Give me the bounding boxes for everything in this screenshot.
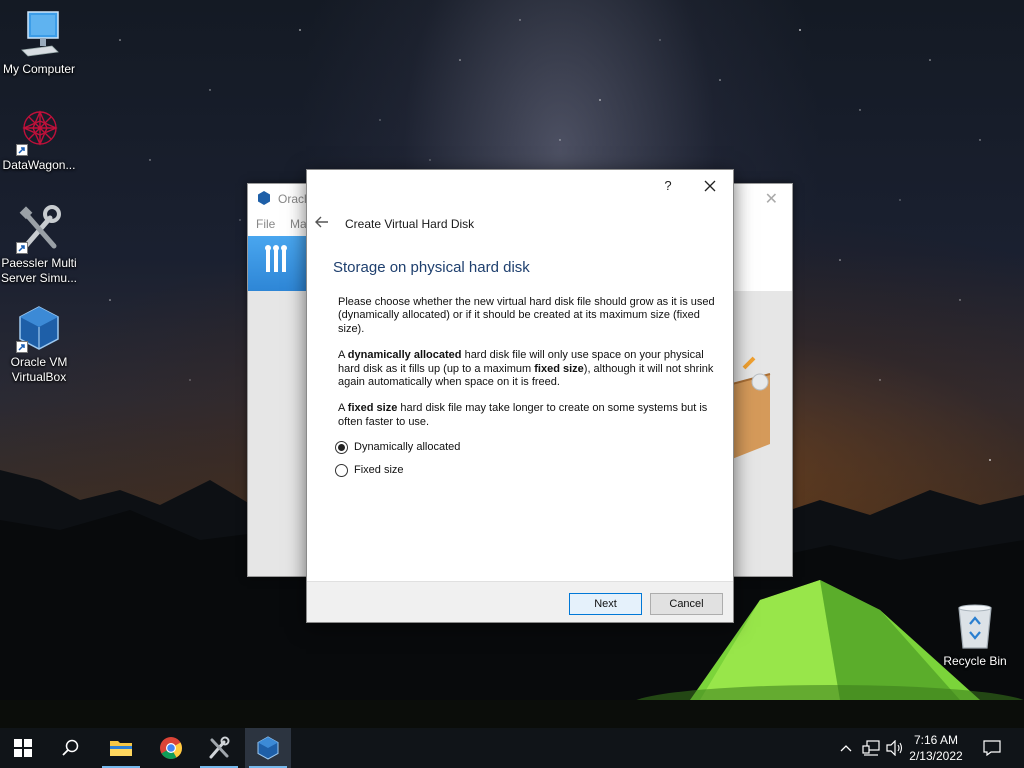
radio-label: Dynamically allocated — [354, 441, 461, 453]
menu-file[interactable]: File — [256, 217, 275, 231]
taskbar-paessler[interactable] — [196, 728, 242, 768]
window-title: Oracl — [278, 192, 307, 206]
radio-label: Fixed size — [354, 464, 404, 476]
dialog-heading: Create Virtual Hard Disk — [345, 217, 475, 231]
back-button[interactable] — [313, 214, 331, 230]
taskbar-file-explorer[interactable] — [98, 728, 144, 768]
volume-tray-button[interactable] — [884, 728, 906, 768]
clock[interactable]: 7:16 AM 2/13/2022 — [906, 732, 966, 764]
start-button[interactable] — [0, 728, 46, 768]
virtualbox-icon — [14, 303, 64, 353]
desktop-icon-recycle-bin[interactable]: Recycle Bin — [936, 602, 1014, 669]
shortcut-arrow-icon — [16, 341, 28, 353]
desktop-icon-label: My Computer — [2, 62, 76, 76]
desktop-icon-label: Oracle VM VirtualBox — [10, 355, 68, 384]
search-button[interactable] — [48, 728, 94, 768]
description-text: Please choose whether the new virtual ha… — [338, 296, 718, 442]
back-arrow-icon — [315, 216, 328, 228]
network-tray-button[interactable] — [860, 728, 882, 768]
shortcut-arrow-icon — [16, 242, 28, 254]
network-icon — [862, 740, 880, 756]
close-button[interactable] — [701, 177, 719, 195]
desktop-icon-my-computer[interactable]: My Computer — [0, 10, 78, 77]
description-paragraph-2: A dynamically allocated hard disk file w… — [338, 349, 714, 389]
description-paragraph-3: A fixed size hard disk file may take lon… — [338, 402, 708, 428]
shortcut-arrow-icon — [16, 144, 28, 156]
desktop-icon-virtualbox[interactable]: Oracle VM VirtualBox — [0, 303, 78, 385]
taskbar-chrome[interactable] — [148, 728, 194, 768]
folder-icon — [110, 741, 132, 756]
desktop-icon-label: Recycle Bin — [943, 654, 1007, 668]
radio-dynamically-allocated[interactable]: Dynamically allocated — [335, 439, 460, 455]
datawagon-logo-icon — [14, 106, 64, 156]
notification-icon — [983, 740, 1001, 756]
show-hidden-icons-button[interactable] — [836, 728, 856, 768]
taskbar-virtualbox[interactable] — [245, 728, 291, 768]
virtualbox-icon — [256, 190, 272, 211]
next-button[interactable]: Next — [569, 593, 642, 615]
radio-fixed-size[interactable]: Fixed size — [335, 462, 404, 478]
tools-button[interactable] — [248, 236, 308, 291]
tools-icon — [14, 204, 64, 254]
desktop-icon-label: DataWagon... — [2, 158, 76, 172]
radio-button-checked[interactable] — [335, 440, 348, 454]
taskbar: 7:16 AM 2/13/2022 — [0, 728, 1024, 768]
close-icon — [704, 180, 716, 192]
create-virtual-hard-disk-dialog: ? Create Virtual Hard Disk Storage on ph… — [306, 169, 734, 623]
windows-logo-icon — [14, 739, 32, 757]
speaker-icon — [886, 740, 903, 756]
close-icon[interactable]: ✕ — [765, 189, 778, 209]
radio-button[interactable] — [335, 463, 348, 477]
cancel-button[interactable]: Cancel — [650, 593, 723, 615]
clock-date: 2/13/2022 — [909, 749, 963, 763]
dialog-footer: Next Cancel — [307, 581, 733, 622]
action-center-button[interactable] — [970, 728, 1014, 768]
chrome-icon — [160, 737, 182, 759]
desktop-icon-label: Paessler Multi Server Simu... — [0, 256, 78, 285]
desktop-icon-datawagon[interactable]: DataWagon... — [0, 106, 78, 173]
tools-icon — [209, 736, 230, 759]
desktop-icon-paessler[interactable]: Paessler Multi Server Simu... — [0, 204, 78, 286]
help-button[interactable]: ? — [661, 178, 675, 194]
computer-icon — [14, 10, 64, 60]
toolbox-illustration-icon — [731, 354, 792, 469]
chevron-up-icon — [840, 745, 852, 752]
recycle-bin-icon — [950, 602, 1000, 652]
clock-time: 7:16 AM — [913, 733, 959, 747]
page-title: Storage on physical hard disk — [333, 259, 530, 276]
menu-machine[interactable]: Ma — [290, 217, 307, 231]
search-icon — [62, 739, 79, 756]
virtualbox-icon — [257, 736, 279, 760]
description-paragraph-1: Please choose whether the new virtual ha… — [338, 296, 715, 335]
